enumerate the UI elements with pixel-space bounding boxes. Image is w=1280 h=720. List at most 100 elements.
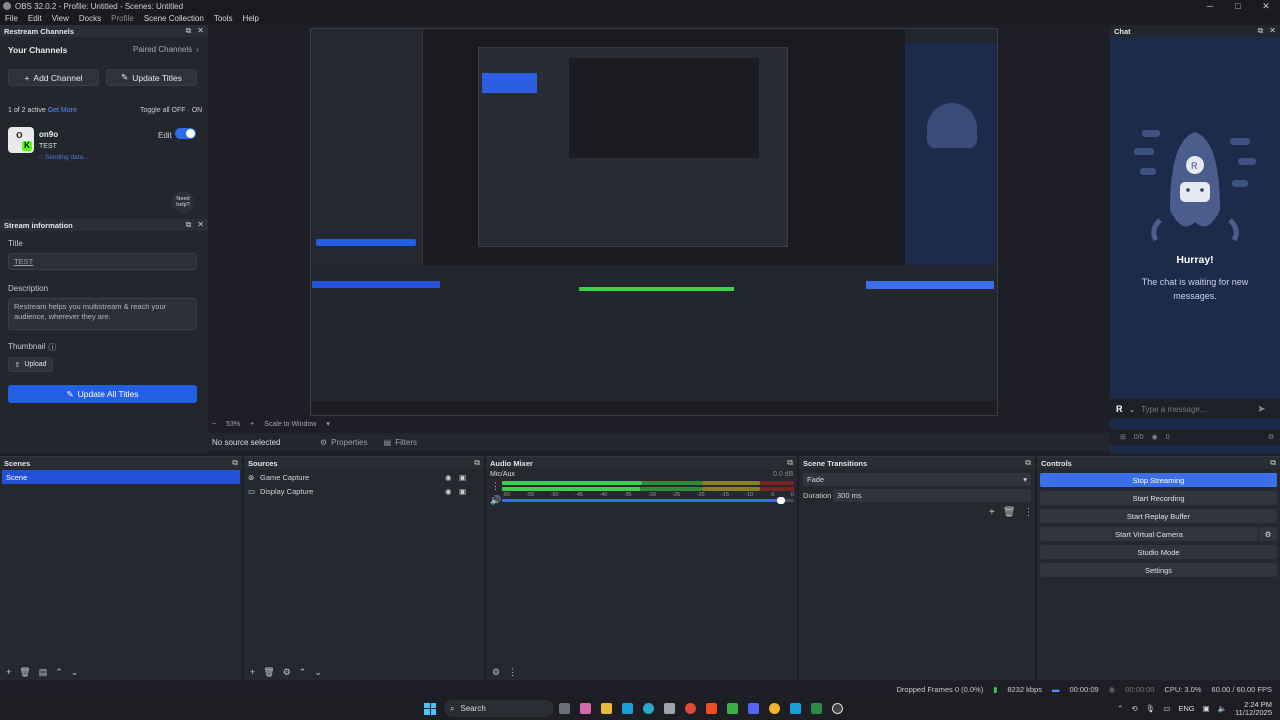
menu-scene-collection[interactable]: Scene Collection [139, 14, 209, 23]
task-view-icon[interactable] [559, 703, 570, 714]
undock-icon[interactable]: ⧉ [186, 220, 192, 230]
eye-icon[interactable]: ◉ [445, 487, 459, 496]
undock-icon[interactable]: ⧉ [1258, 26, 1264, 36]
start-recording-button[interactable]: Start Recording [1040, 491, 1277, 505]
preview-canvas[interactable] [310, 28, 998, 416]
title-field[interactable]: TEST [8, 253, 197, 270]
start-replay-buffer-button[interactable]: Start Replay Buffer [1040, 509, 1277, 523]
volume-knob[interactable] [777, 497, 786, 504]
trash-icon[interactable]: 🗑 [1003, 507, 1016, 518]
chat-input[interactable]: Type a message... [1141, 405, 1251, 414]
zoom-in-icon[interactable]: + [250, 421, 254, 428]
chevron-up-icon[interactable]: ⌃ [1117, 704, 1123, 713]
zoom-out-icon[interactable]: − [212, 421, 216, 428]
move-up-icon[interactable]: ⌃ [299, 667, 307, 678]
transition-select[interactable]: Fade ▾ [803, 473, 1031, 486]
trash-icon[interactable]: 🗑 [19, 667, 30, 678]
chrome-icon[interactable] [685, 703, 696, 714]
toggle-all[interactable]: Toggle all OFF · ON [140, 107, 202, 114]
chevron-down-icon[interactable]: ⌄ [1129, 405, 1136, 414]
brave-icon[interactable] [706, 703, 717, 714]
obs-icon[interactable] [832, 703, 843, 714]
move-up-icon[interactable]: ⌃ [55, 667, 63, 678]
edge-icon[interactable] [643, 703, 654, 714]
battery-icon[interactable]: ▭ [1163, 704, 1170, 713]
volume-icon[interactable]: 🔈 [1218, 704, 1227, 713]
scale-mode[interactable]: Scale to Window [264, 421, 316, 428]
source-item[interactable]: ▭ Display Capture ◉ ▣ [244, 484, 484, 498]
scene-item[interactable]: Scene [2, 470, 240, 484]
send-icon[interactable]: ➤ [1257, 404, 1265, 415]
move-down-icon[interactable]: ⌄ [314, 667, 322, 678]
settings-button[interactable]: Settings [1040, 563, 1277, 577]
chevron-down-icon[interactable]: ▾ [326, 420, 330, 428]
gear-icon[interactable]: ⚙ [283, 667, 291, 678]
undock-icon[interactable]: ⧉ [474, 458, 480, 468]
menu-tools[interactable]: Tools [209, 14, 238, 23]
file-explorer-icon[interactable] [601, 703, 612, 714]
volume-slider[interactable] [502, 497, 794, 504]
properties-button[interactable]: ⚙ Properties [312, 438, 376, 447]
more-options-icon[interactable]: ⋮ [1024, 507, 1034, 518]
menu-file[interactable]: File [0, 14, 23, 23]
more-options-icon[interactable]: ⋮ [508, 667, 517, 678]
discord-icon[interactable] [748, 703, 759, 714]
your-channels-tab[interactable]: Your Channels [8, 45, 67, 55]
menu-docks[interactable]: Docks [74, 14, 106, 23]
edit-channel-link[interactable]: Edit [158, 131, 172, 140]
source-item[interactable]: ⊛ Game Capture ◉ ▣ [244, 470, 484, 484]
terminal-icon[interactable] [811, 703, 822, 714]
duration-field[interactable]: 300 ms [833, 489, 1031, 502]
trash-icon[interactable]: 🗑 [263, 667, 274, 678]
steam-icon[interactable] [622, 703, 633, 714]
menu-edit[interactable]: Edit [23, 14, 47, 23]
paired-channels-tab[interactable]: Paired Channels › [133, 45, 199, 54]
filter-icon[interactable]: ▤ [39, 667, 48, 678]
undock-icon[interactable]: ⧉ [1270, 458, 1276, 468]
move-down-icon[interactable]: ⌄ [71, 667, 79, 678]
eye-icon[interactable]: ◉ [445, 473, 459, 482]
undock-icon[interactable]: ⧉ [186, 26, 192, 36]
add-icon[interactable]: + [6, 667, 11, 677]
update-all-titles-button[interactable]: ✎ Update All Titles [8, 385, 197, 403]
lock-icon[interactable]: ▣ [459, 487, 466, 496]
menu-view[interactable]: View [47, 14, 74, 23]
menu-profile[interactable]: Profile [106, 14, 139, 23]
maximize-button[interactable]: □ [1224, 0, 1252, 12]
tray-icon[interactable]: ⟲ [1131, 704, 1137, 713]
close-dock-icon[interactable]: ✕ [197, 220, 204, 230]
speaker-icon[interactable]: 🔊 [490, 495, 501, 506]
mic-icon[interactable]: 🎙 [1146, 704, 1156, 713]
widgets-icon[interactable] [580, 703, 591, 714]
undock-icon[interactable]: ⧉ [1025, 458, 1031, 468]
stop-streaming-button[interactable]: Stop Streaming [1040, 473, 1277, 487]
advanced-audio-icon[interactable]: ⚙ [492, 667, 500, 678]
nvidia-icon[interactable] [727, 703, 738, 714]
channel-toggle[interactable] [175, 128, 196, 139]
language-indicator[interactable]: ENG [1178, 704, 1194, 713]
close-button[interactable]: ✕ [1252, 0, 1280, 12]
lock-icon[interactable]: ▣ [459, 473, 466, 482]
close-dock-icon[interactable]: ✕ [197, 26, 204, 36]
windows-start-icon[interactable] [424, 702, 436, 715]
minimize-button[interactable]: ─ [1196, 0, 1224, 12]
network-icon[interactable]: ▣ [1203, 704, 1210, 713]
steam-icon[interactable] [790, 703, 801, 714]
get-more-link[interactable]: Get More [48, 107, 77, 114]
close-dock-icon[interactable]: ✕ [1269, 26, 1276, 36]
upload-button[interactable]: ⇪ Upload [8, 357, 53, 372]
virtual-camera-settings-icon[interactable]: ⚙ [1259, 527, 1277, 541]
description-field[interactable]: Restream helps you multistream & reach y… [8, 298, 197, 330]
undock-icon[interactable]: ⧉ [787, 458, 793, 468]
taskbar-search[interactable]: ⌕ Search [444, 700, 554, 717]
app-icon[interactable] [769, 703, 780, 714]
need-help-button[interactable]: Need help? [172, 191, 194, 213]
add-icon[interactable]: + [250, 667, 255, 677]
more-options-icon[interactable]: ⋮ [491, 481, 500, 492]
add-channel-button[interactable]: + Add Channel [8, 69, 99, 86]
filters-button[interactable]: ▤ Filters [376, 438, 425, 447]
studio-mode-button[interactable]: Studio Mode [1040, 545, 1277, 559]
undock-icon[interactable]: ⧉ [232, 458, 238, 468]
store-icon[interactable] [664, 703, 675, 714]
settings-icon[interactable]: ⚙ [1268, 433, 1274, 441]
